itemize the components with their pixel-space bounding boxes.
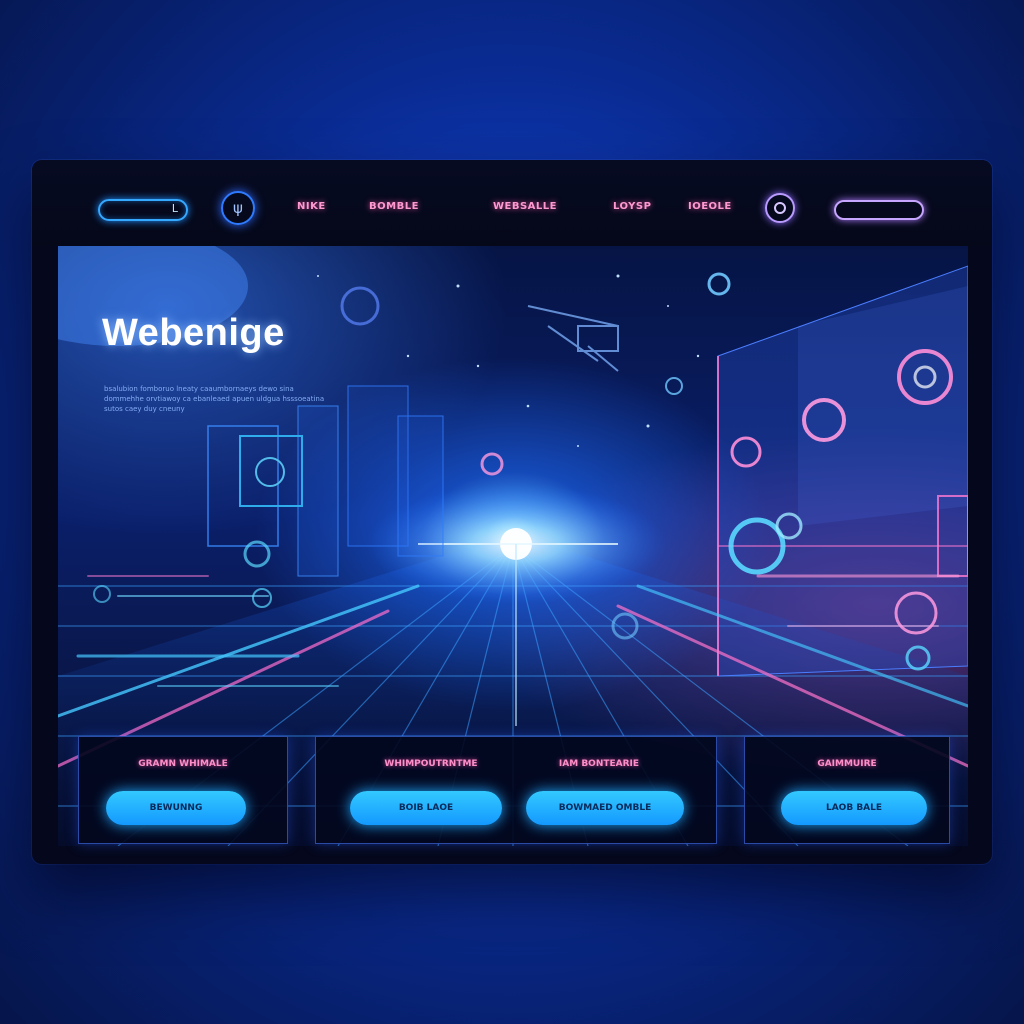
hero-title: Webenige bbox=[102, 312, 285, 354]
logo-icon[interactable]: ψ bbox=[221, 191, 255, 225]
hero-description: bsalubion fomboruo lneaty caaumbornaeys … bbox=[104, 385, 325, 413]
card-title: GAIMMUIRE bbox=[817, 759, 877, 769]
profile-icon[interactable] bbox=[765, 193, 795, 223]
nav-link-5[interactable]: IOEOLE bbox=[688, 201, 732, 217]
card-title: WHIMPOUTRNTME bbox=[384, 759, 478, 769]
search-icon: L bbox=[171, 202, 179, 215]
card-title: IAM BONTEARIE bbox=[558, 759, 640, 769]
top-navbar: L ψ NIKE BOMBLE WEBSALLE LOYSP IOEOLE bbox=[32, 160, 992, 246]
card-button[interactable]: LAOB BALE bbox=[781, 791, 927, 825]
search-input[interactable]: L bbox=[98, 199, 188, 221]
nav-link-2[interactable]: BOMBLE bbox=[369, 201, 419, 217]
feature-card-2: WHIMPOUTRNTME IAM BONTEARIE BOIB LAOE BO… bbox=[315, 736, 717, 844]
card-button[interactable]: BEWUNNG bbox=[106, 791, 246, 825]
nav-link-4[interactable]: LOYSP bbox=[613, 201, 651, 217]
nav-action-button[interactable] bbox=[834, 200, 924, 220]
feature-card-1: GRAMN WHIMALE BEWUNNG bbox=[78, 736, 288, 844]
card-button[interactable]: BOWMAED OMBLE bbox=[526, 791, 684, 825]
card-title: GRAMN WHIMALE bbox=[138, 759, 228, 769]
card-button[interactable]: BOIB LAOE bbox=[350, 791, 502, 825]
feature-card-3: GAIMMUIRE LAOB BALE bbox=[744, 736, 950, 844]
nav-link-1[interactable]: NIKE bbox=[297, 201, 326, 217]
browser-window: L ψ NIKE BOMBLE WEBSALLE LOYSP IOEOLE We… bbox=[32, 160, 992, 864]
nav-link-3[interactable]: WEBSALLE bbox=[493, 201, 557, 217]
